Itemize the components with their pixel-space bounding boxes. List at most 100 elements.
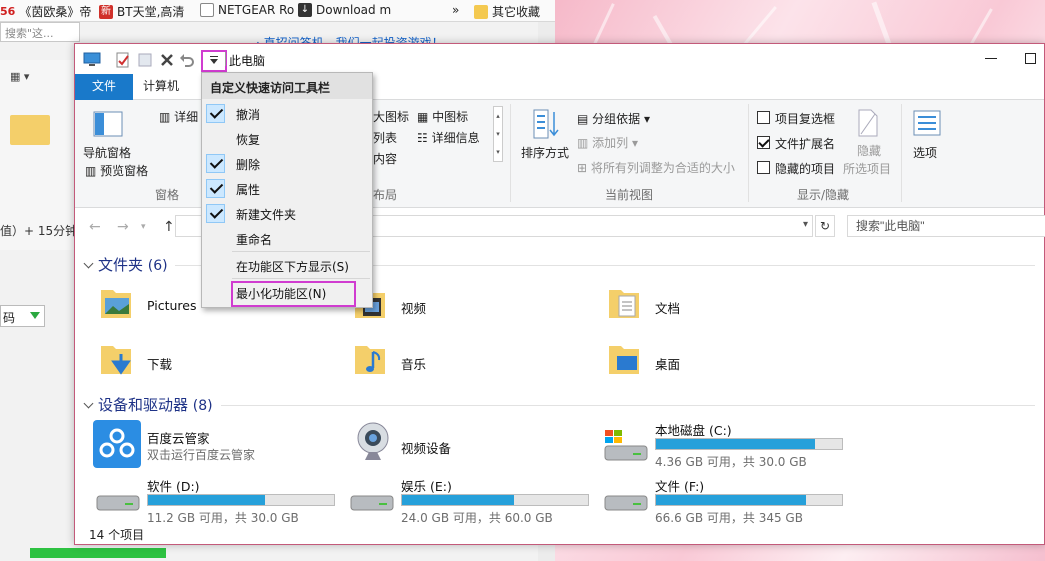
- section-header-devices[interactable]: 设备和驱动器 (8): [83, 394, 213, 415]
- device-item-drive-d[interactable]: 软件 (D:) 11.2 GB 可用，共 30.0 GB: [95, 476, 355, 526]
- view-toggle-icon[interactable]: ▦ ▾: [10, 70, 29, 83]
- device-item-video-device[interactable]: 视频设备: [353, 420, 593, 470]
- bookmark-item[interactable]: 新 BT天堂,高清: [99, 3, 184, 20]
- options-icon[interactable]: [913, 110, 941, 136]
- system-drive-icon: [604, 430, 648, 461]
- bookmark-item[interactable]: NETGEAR Ro: [200, 3, 294, 17]
- background-progress-bar: [30, 548, 166, 558]
- folder-item-documents[interactable]: 文档: [607, 284, 827, 328]
- device-item-drive-e[interactable]: 娱乐 (E:) 24.0 GB 可用，共 60.0 GB: [349, 476, 609, 526]
- menu-item-show-below-ribbon[interactable]: 在功能区下方显示(S): [202, 253, 372, 277]
- status-bar-item-count: 14 个项目: [89, 528, 145, 542]
- layout-gallery-scroll[interactable]: ▴ ▾ ▾: [493, 106, 503, 162]
- menu-item-rename[interactable]: 重命名: [202, 226, 372, 250]
- downloads-folder-icon: [101, 346, 131, 375]
- menu-item-undo[interactable]: 撤消: [202, 101, 372, 125]
- bookmark-item[interactable]: ↓ Download m: [298, 3, 391, 17]
- device-item-drive-f[interactable]: 文件 (F:) 66.6 GB 可用，共 345 GB: [603, 476, 863, 526]
- check-icon: [206, 179, 225, 198]
- title-bar[interactable]: 此电脑: [75, 44, 1044, 74]
- options-button[interactable]: 选项: [913, 144, 937, 161]
- page-icon: [200, 3, 214, 17]
- check-icon: [206, 204, 225, 223]
- folder-item-videos[interactable]: 视频: [353, 284, 573, 328]
- menu-item-redo[interactable]: 恢复: [202, 126, 372, 150]
- forward-arrow-icon[interactable]: →: [117, 219, 129, 235]
- device-item-baidu-cloud[interactable]: 百度云管家 双击运行百度云管家: [93, 420, 333, 470]
- layout-content[interactable]: 内容: [373, 150, 397, 167]
- navigation-pane-button[interactable]: 导航窗格: [83, 144, 131, 161]
- section-header-folders[interactable]: 文件夹 (6): [83, 254, 168, 275]
- refresh-button[interactable]: ↻: [815, 215, 835, 237]
- navigation-pane-icon[interactable]: [93, 110, 123, 140]
- layout-details[interactable]: ☷ 详细信息: [417, 129, 480, 146]
- folder-item-desktop[interactable]: 桌面: [607, 340, 827, 384]
- preview-pane-button[interactable]: ▥ 预览窗格: [85, 162, 148, 179]
- browser-search-box[interactable]: 搜索"这...: [0, 22, 80, 42]
- device-item-drive-c[interactable]: 本地磁盘 (C:) 4.36 GB 可用，共 30.0 GB: [603, 420, 863, 470]
- minimize-button[interactable]: [985, 58, 997, 59]
- highlight-box-minimize-ribbon: [231, 281, 356, 307]
- folder-item-music[interactable]: 音乐: [353, 340, 573, 384]
- fit-columns-button[interactable]: ⊞ 将所有列调整为合适的大小: [577, 159, 735, 176]
- back-arrow-icon[interactable]: ←: [89, 219, 101, 235]
- drive-usage-bar: [401, 494, 589, 506]
- sort-by-icon[interactable]: [530, 108, 560, 140]
- window-title: 此电脑: [229, 54, 266, 68]
- file-extensions-checkbox[interactable]: [757, 136, 770, 149]
- recent-locations-icon[interactable]: ▾: [141, 222, 146, 232]
- hide-selected-label: 所选项目: [843, 162, 892, 176]
- hidden-items-label: 隐藏的项目: [775, 162, 836, 176]
- menu-separator: [232, 278, 370, 279]
- maximize-button[interactable]: [1025, 53, 1036, 64]
- documents-folder-icon: [609, 290, 639, 318]
- group-label-panes: 窗格: [155, 188, 180, 202]
- qat-customize-menu: 自定义快速访问工具栏 撤消 恢复 删除 属性 新建文件夹 重命名 在功能区下方显…: [201, 72, 373, 308]
- undo-icon[interactable]: [179, 52, 195, 68]
- hidden-items-checkbox[interactable]: [757, 161, 770, 174]
- item-checkboxes-checkbox[interactable]: [757, 111, 770, 124]
- up-arrow-icon[interactable]: ↑: [163, 219, 175, 235]
- properties-icon[interactable]: [115, 52, 131, 68]
- layout-large-icons[interactable]: 大图标: [373, 108, 409, 125]
- drive-usage-bar: [147, 494, 335, 506]
- check-icon: [206, 104, 225, 123]
- pictures-folder-icon: [101, 290, 131, 318]
- folder-item-downloads[interactable]: 下载: [99, 340, 319, 384]
- title-separator: [225, 52, 226, 66]
- chevron-down-icon[interactable]: ▾: [803, 219, 808, 230]
- file-extensions-label: 文件扩展名: [775, 137, 836, 151]
- delete-icon[interactable]: [159, 52, 175, 68]
- menu-item-properties[interactable]: 属性: [202, 176, 372, 200]
- combo-arrow-icon: [30, 312, 40, 319]
- group-by-button[interactable]: ▤ 分组依据 ▾: [577, 110, 650, 127]
- hide-button[interactable]: 隐藏: [857, 142, 881, 159]
- item-checkboxes-label: 项目复选框: [775, 112, 836, 126]
- bookmark-item[interactable]: 56 《茵欧桑》帝: [0, 3, 91, 20]
- menu-separator: [232, 251, 370, 252]
- drive-icon: [604, 495, 648, 511]
- search-input[interactable]: [847, 215, 1045, 237]
- hide-selected-icon[interactable]: [857, 108, 879, 138]
- sort-by-button[interactable]: 排序方式: [521, 144, 569, 161]
- qat-customize-dropdown-button[interactable]: [201, 50, 227, 72]
- bookmark-folder[interactable]: 其它收藏: [474, 3, 540, 20]
- layout-list[interactable]: 列表: [373, 129, 397, 146]
- layout-medium-icons[interactable]: ▦ 中图标: [417, 108, 468, 125]
- bookmarks-bar: 56 《茵欧桑》帝 新 BT天堂,高清 NETGEAR Ro ↓ Downloa…: [0, 0, 555, 22]
- bookmarks-overflow-button[interactable]: »: [452, 3, 459, 17]
- menu-item-delete[interactable]: 删除: [202, 151, 372, 175]
- chevron-down-icon: [83, 398, 94, 409]
- tab-computer[interactable]: 计算机: [143, 74, 179, 100]
- download-icon: ↓: [298, 3, 312, 17]
- menu-title: 自定义快速访问工具栏: [202, 73, 372, 99]
- add-column-button[interactable]: ▥ 添加列 ▾: [577, 134, 638, 151]
- chevron-down-icon: [83, 258, 94, 269]
- new-folder-icon[interactable]: [137, 52, 153, 68]
- tab-file[interactable]: 文件: [75, 74, 133, 100]
- details-pane-button[interactable]: ▥ 详细: [159, 108, 198, 125]
- computer-icon: [83, 52, 101, 66]
- music-folder-icon: [355, 346, 385, 374]
- menu-item-new-folder[interactable]: 新建文件夹: [202, 201, 372, 225]
- chevron-down-icon: [210, 59, 218, 64]
